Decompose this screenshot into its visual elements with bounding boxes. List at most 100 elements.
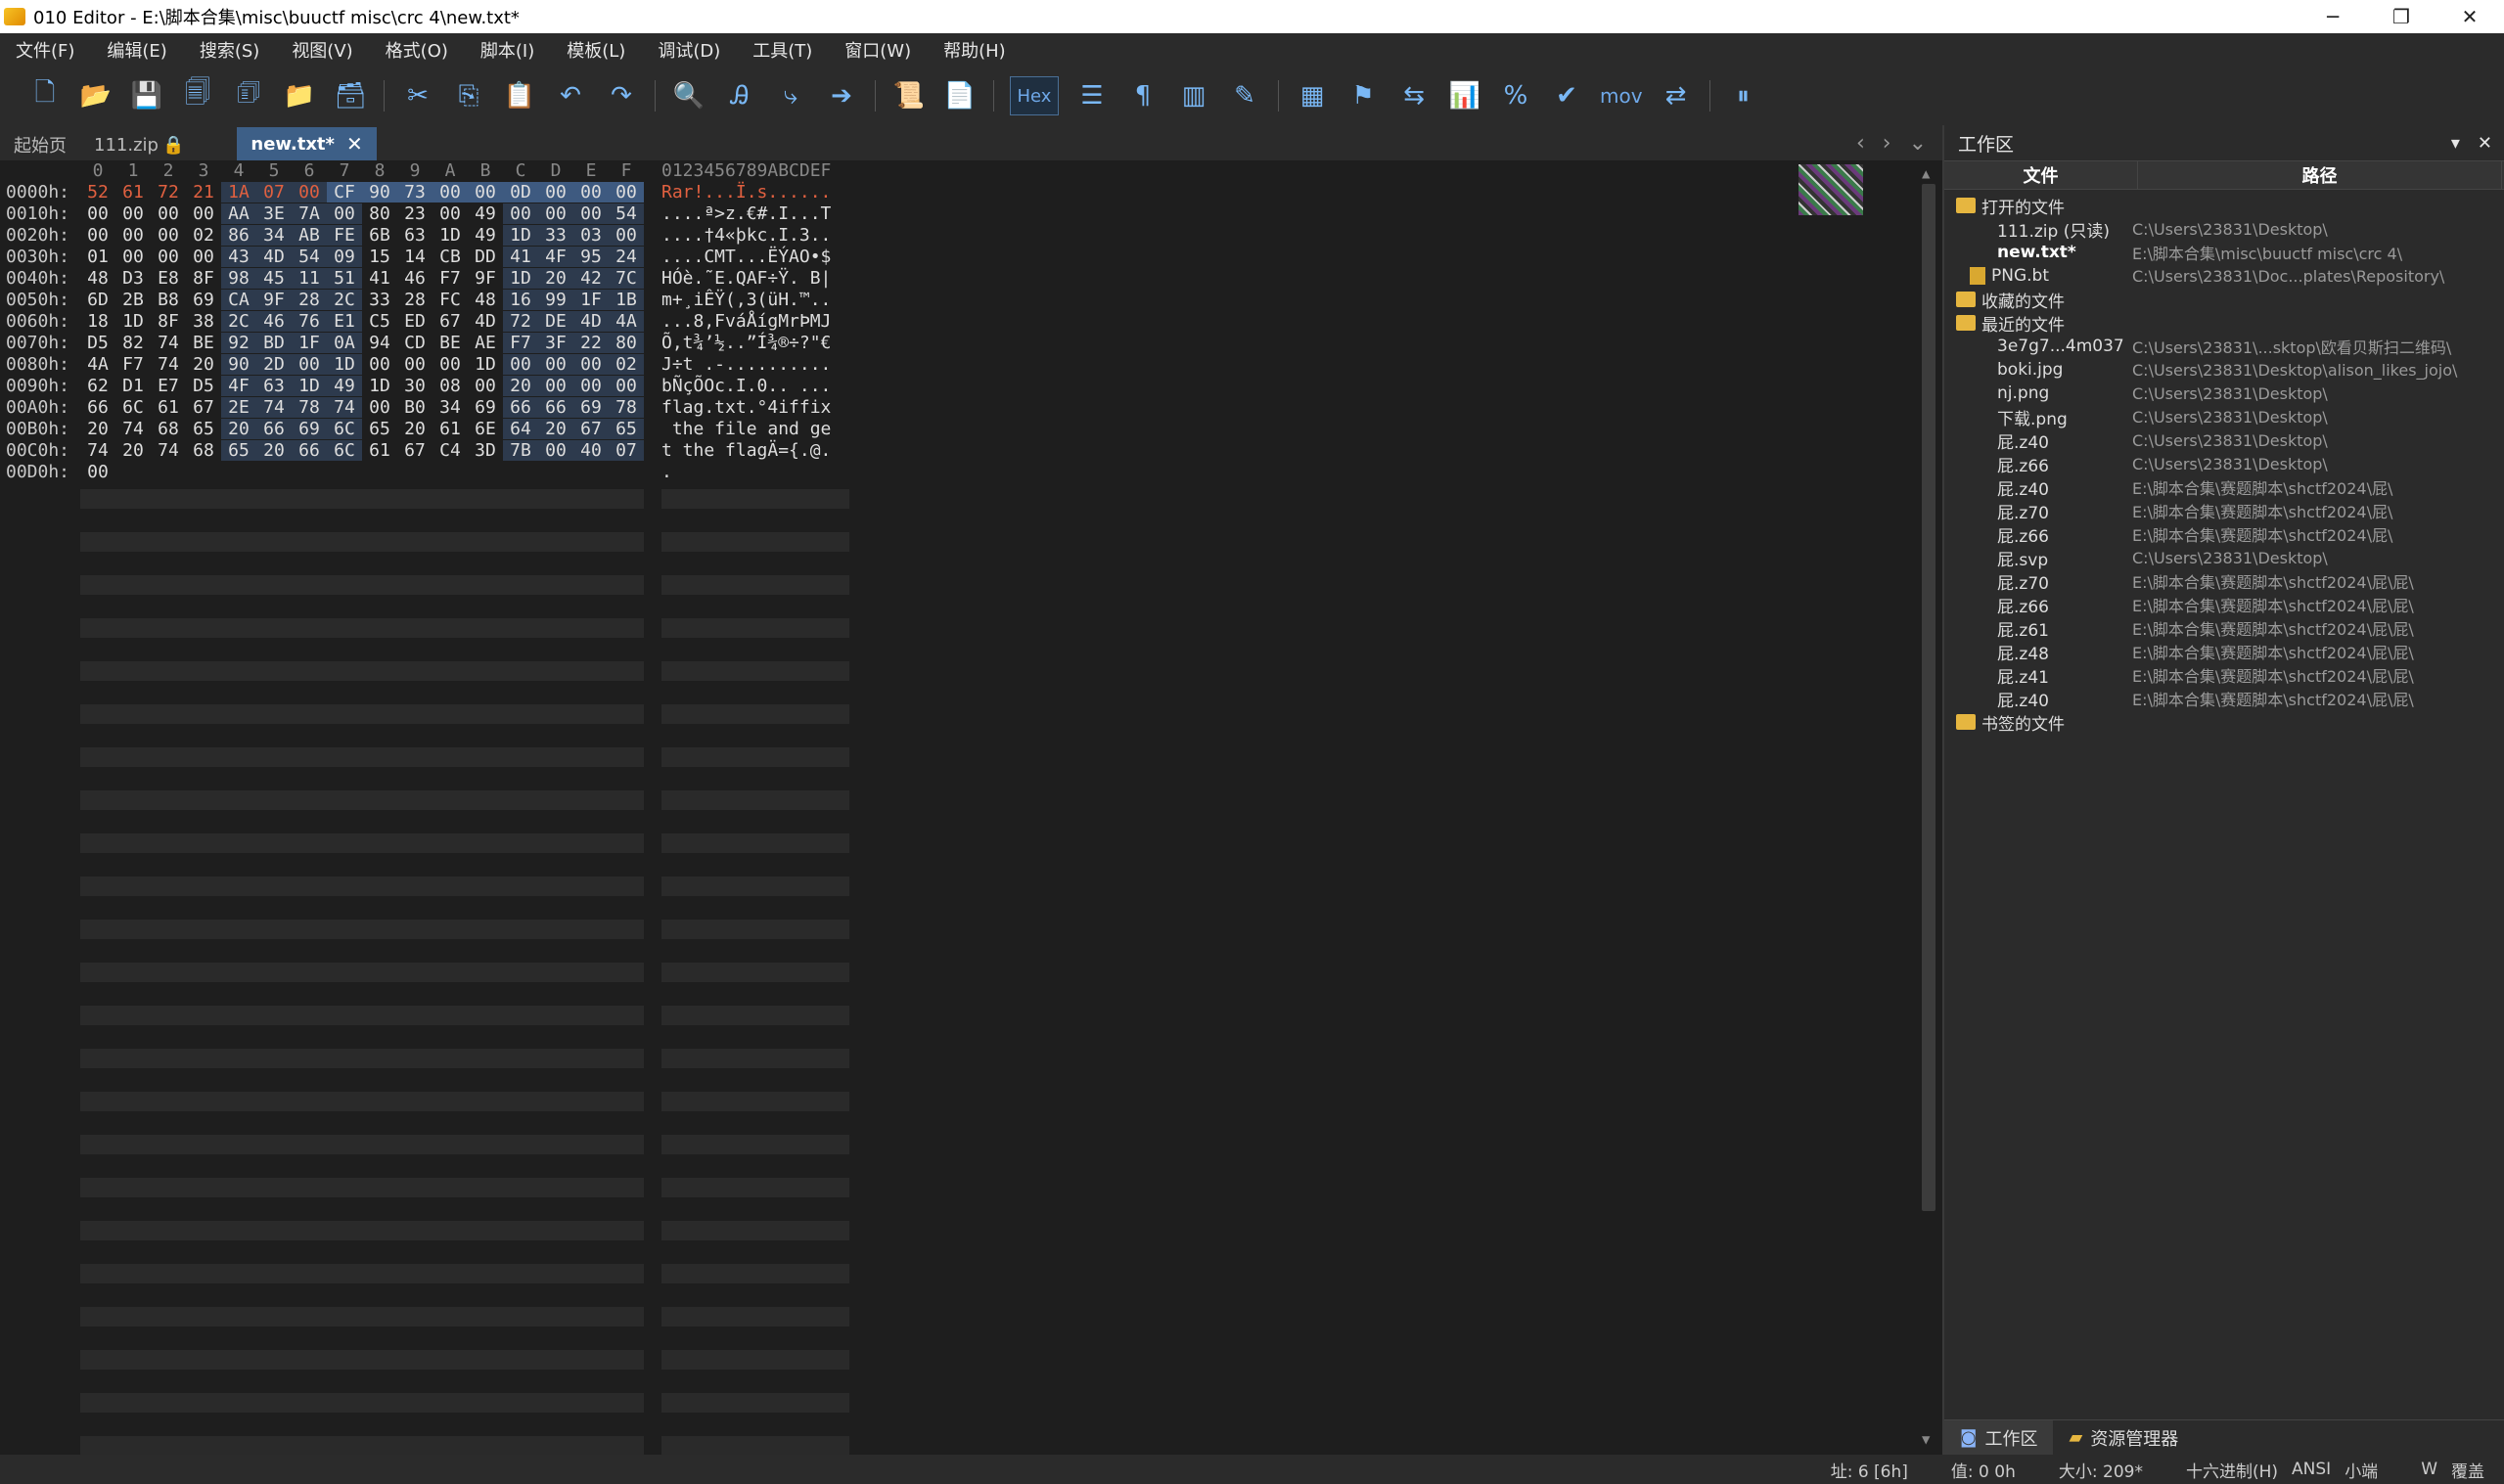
new-file-icon[interactable]: 🗋	[27, 78, 63, 113]
hex-byte[interactable]: F7	[115, 354, 151, 375]
hex-byte[interactable]: 3F	[538, 333, 573, 353]
menu-debug[interactable]: 调试(D)	[658, 37, 720, 63]
hex-byte[interactable]: 00	[362, 397, 397, 418]
hex-byte[interactable]: 1F	[292, 333, 327, 353]
hex-byte[interactable]: 46	[397, 268, 433, 289]
menu-view[interactable]: 视图(V)	[292, 37, 352, 63]
hex-byte[interactable]: 20	[115, 440, 151, 461]
hex-byte[interactable]: 07	[609, 440, 644, 461]
hex-byte[interactable]: 66	[80, 397, 115, 418]
hex-byte[interactable]: 00	[609, 225, 644, 246]
menu-template[interactable]: 模板(L)	[567, 37, 625, 63]
hex-byte[interactable]: 00	[573, 203, 609, 224]
pause-icon[interactable]: ⏸	[1726, 78, 1761, 113]
hex-byte[interactable]: 00	[115, 203, 151, 224]
hex-byte[interactable]: 34	[256, 225, 292, 246]
hex-byte[interactable]: 00	[538, 354, 573, 375]
menu-file[interactable]: 文件(F)	[16, 37, 74, 63]
hex-toggle-button[interactable]: Hex	[1010, 76, 1059, 115]
hex-byte[interactable]: 00	[292, 182, 327, 202]
hex-byte[interactable]: 73	[397, 182, 433, 202]
copy-icon[interactable]: ⎘	[451, 78, 486, 113]
hex-byte[interactable]: 7C	[609, 268, 644, 289]
hex-byte[interactable]: 62	[80, 376, 115, 396]
minimize-button[interactable]: ─	[2299, 0, 2367, 33]
hex-byte[interactable]: 4F	[221, 376, 256, 396]
hex-byte[interactable]: 21	[186, 182, 221, 202]
hex-byte[interactable]: 98	[221, 268, 256, 289]
hex-byte[interactable]: 2C	[327, 290, 362, 310]
hex-byte[interactable]: 0A	[327, 333, 362, 353]
hex-byte[interactable]: 00	[80, 462, 115, 482]
hex-byte[interactable]: 00	[538, 182, 573, 202]
hex-byte[interactable]: E8	[151, 268, 186, 289]
open-icon[interactable]: 📂	[78, 78, 114, 113]
hex-byte[interactable]: 2B	[115, 290, 151, 310]
hex-byte[interactable]: 08	[433, 376, 468, 396]
hex-byte[interactable]: F7	[503, 333, 538, 353]
hex-byte[interactable]: 00	[468, 182, 503, 202]
hex-byte[interactable]: 95	[573, 247, 609, 267]
menu-edit[interactable]: 编辑(E)	[107, 37, 166, 63]
ascii-text[interactable]: bÑçÕOc.I.0.. ...	[661, 376, 831, 396]
hex-byte[interactable]: 00	[151, 247, 186, 267]
dropdown-icon[interactable]: ▾	[2451, 133, 2460, 154]
hex-byte[interactable]: 00	[609, 376, 644, 396]
hex-byte[interactable]: 00	[151, 225, 186, 246]
hex-byte[interactable]: DD	[468, 247, 503, 267]
hex-byte[interactable]: 86	[221, 225, 256, 246]
hex-byte[interactable]: 18	[80, 311, 115, 332]
hex-byte[interactable]: 4D	[468, 311, 503, 332]
file-entry[interactable]: 屁.z66 E:\脚本合集\赛题脚本\shctf2024\屁\屁\	[1944, 593, 2504, 617]
hex-byte[interactable]: AA	[221, 203, 256, 224]
tab-new-txt[interactable]: new.txt* ✕	[237, 127, 377, 160]
file-entry[interactable]: 屁.z40 C:\Users\23831\Desktop\	[1944, 428, 2504, 453]
hex-byte[interactable]: 90	[221, 354, 256, 375]
hex-byte[interactable]: 23	[397, 203, 433, 224]
hex-byte[interactable]: 52	[80, 182, 115, 202]
close-tab-icon[interactable]: ✕	[346, 132, 363, 156]
hex-byte[interactable]: 20	[80, 419, 115, 439]
hex-byte[interactable]: BD	[256, 333, 292, 353]
hex-byte[interactable]: 8F	[186, 268, 221, 289]
hex-byte[interactable]: 65	[609, 419, 644, 439]
open-folder-icon[interactable]: 📁	[282, 78, 317, 113]
scroll-up-icon[interactable]: ▲	[1922, 166, 1930, 182]
hex-byte[interactable]: 4A	[80, 354, 115, 375]
tab-start-page[interactable]: 起始页	[0, 129, 80, 160]
ascii-text[interactable]: ....†4«þkc.I.3..	[661, 225, 831, 246]
hex-byte[interactable]: 4D	[573, 311, 609, 332]
save-as-icon[interactable]: 🗐	[180, 78, 215, 113]
hex-byte[interactable]: 1D	[362, 376, 397, 396]
status-overwrite[interactable]: 覆盖	[2451, 1458, 2484, 1482]
hex-byte[interactable]: 00	[115, 225, 151, 246]
hex-byte[interactable]: 3E	[256, 203, 292, 224]
hex-byte[interactable]: 00	[115, 247, 151, 267]
find-icon[interactable]: 🔍	[671, 78, 706, 113]
ascii-text[interactable]: ....ª>z.€#.I...T	[661, 203, 831, 224]
hex-byte[interactable]: 8F	[151, 311, 186, 332]
hex-byte[interactable]: 46	[256, 311, 292, 332]
file-entry[interactable]: nj.png C:\Users\23831\Desktop\	[1944, 382, 2504, 405]
hex-byte[interactable]: 28	[292, 290, 327, 310]
hex-byte[interactable]: 00	[573, 376, 609, 396]
hex-byte[interactable]: CF	[327, 182, 362, 202]
ascii-text[interactable]: J÷t .-..........	[661, 354, 831, 375]
file-entry[interactable]: boki.jpg C:\Users\23831\Desktop\alison_li…	[1944, 358, 2504, 382]
hex-byte[interactable]: 61	[362, 440, 397, 461]
hex-byte[interactable]: 00	[573, 354, 609, 375]
ascii-text[interactable]: flag.txt.°4iffix	[661, 397, 831, 418]
hex-byte[interactable]: 6B	[362, 225, 397, 246]
hex-byte[interactable]: 66	[538, 397, 573, 418]
hex-byte[interactable]: E1	[327, 311, 362, 332]
hex-byte[interactable]: 2E	[221, 397, 256, 418]
hex-byte[interactable]: D5	[186, 376, 221, 396]
save-all-icon[interactable]: 🗊	[231, 78, 266, 113]
ascii-text[interactable]: HÓè.˜E.QAF÷Ÿ. B|	[661, 268, 831, 289]
hex-byte[interactable]: 4D	[256, 247, 292, 267]
tab-explorer[interactable]: ▰ 资源管理器	[2053, 1420, 2194, 1456]
ascii-text[interactable]: .	[661, 462, 672, 482]
hex-byte[interactable]: 00	[186, 247, 221, 267]
highlight-icon[interactable]: ✎	[1227, 78, 1262, 113]
hex-byte[interactable]: 54	[609, 203, 644, 224]
